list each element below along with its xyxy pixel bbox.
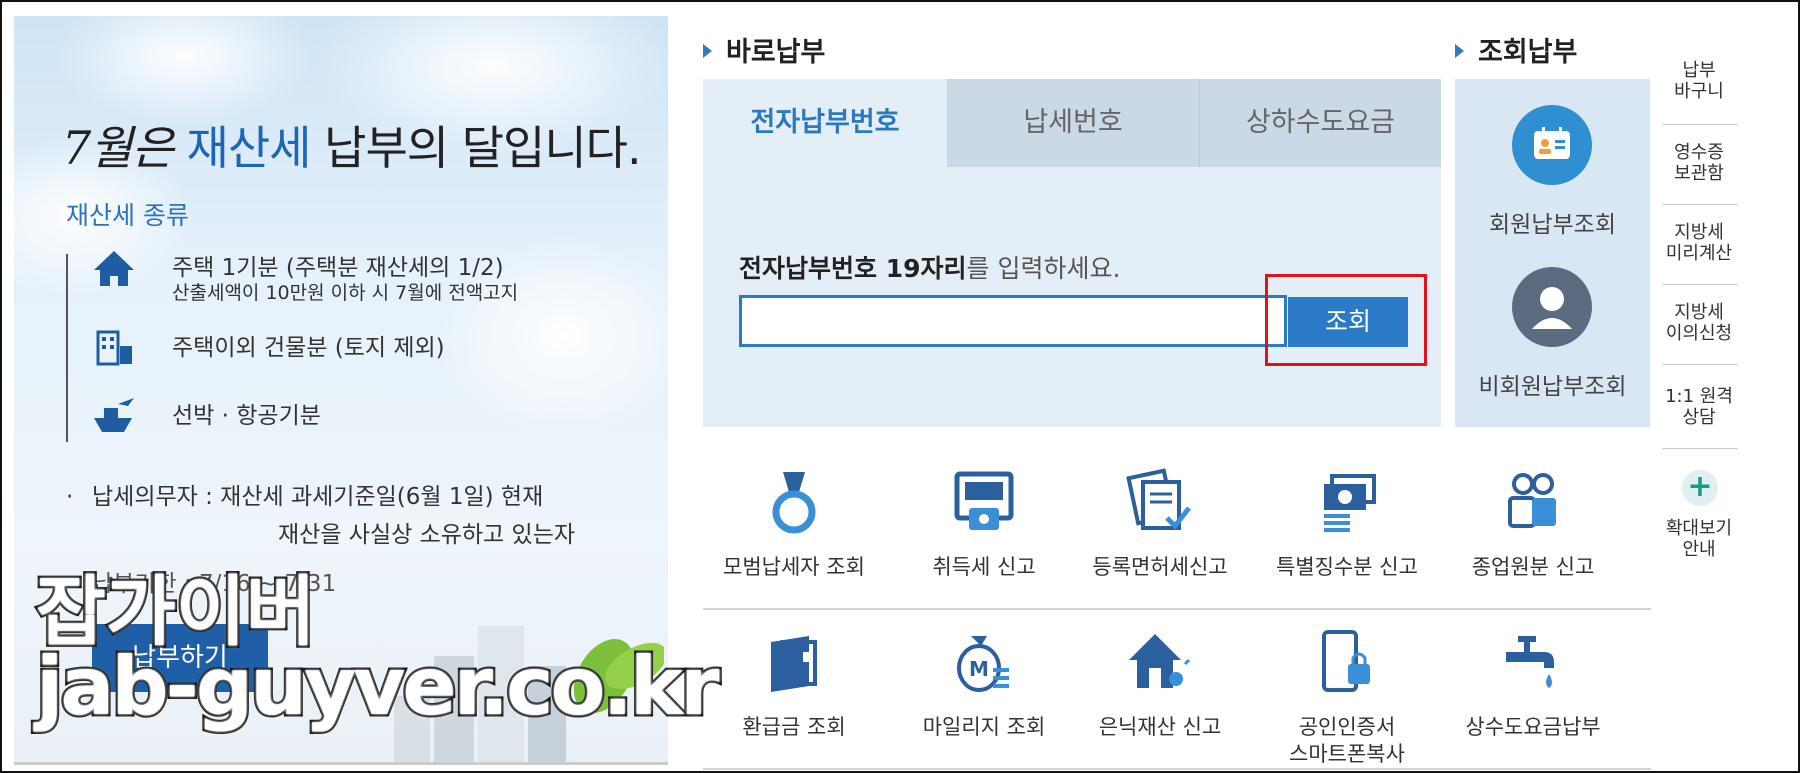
zoom-plus-icon[interactable]: + (1682, 470, 1718, 506)
side-item-remote-support[interactable]: 1:1 원격 상담 (1656, 386, 1742, 428)
service-label: 취득세 신고 (932, 555, 1036, 579)
faucet-icon (1506, 636, 1554, 688)
quick-pay-title: 바로납부 (703, 30, 825, 69)
tax-types-title: 재산세 종류 (66, 201, 189, 230)
employees-icon (1508, 473, 1556, 528)
medal-icon (772, 472, 816, 534)
side-divider (1662, 448, 1738, 449)
side-item-zoom-guide[interactable]: 확대보기 안내 (1656, 518, 1742, 560)
banner-headline: 7월은 재산세 납부의 달입니다. (62, 112, 642, 178)
side-item-tax-appeal[interactable]: 지방세 이의신청 (1656, 302, 1742, 344)
grid-divider (703, 768, 1651, 770)
service-label: 마일리지 조회 (922, 715, 1046, 739)
tax-type-label: 주택이외 건물분 (토지 제외) (172, 335, 445, 361)
house-icon (94, 251, 134, 286)
side-divider (1662, 124, 1738, 125)
tax-type-note: 산출세액이 10만원 이하 시 7월에 전액고지 (172, 282, 519, 304)
service-label: 모범납세자 조회 (723, 555, 865, 579)
side-item-payment-basket[interactable]: 납부 바구니 (1656, 60, 1742, 102)
inquiry-pay-panel: 회원납부조회 비회원납부조회 (1455, 79, 1650, 427)
side-divider (1662, 284, 1738, 285)
cloud-decoration (54, 16, 314, 126)
quick-pay-title-text: 바로납부 (726, 37, 826, 68)
triangle-bullet-icon (1455, 43, 1464, 58)
tax-types-divider (66, 254, 68, 442)
phone-lock-icon (1322, 630, 1370, 692)
wallet-icon (771, 636, 817, 692)
service-label: 환급금 조회 (742, 715, 846, 739)
house-alert-icon (1129, 634, 1191, 688)
mileage-icon: M (957, 636, 1009, 692)
side-divider (1662, 364, 1738, 365)
inquiry-pay-title-text: 조회납부 (1478, 37, 1578, 68)
tab-water-bill[interactable]: 상하수도요금 (1200, 79, 1441, 167)
svg-text:M: M (969, 657, 989, 681)
payment-number-input[interactable] (739, 295, 1287, 347)
highlight-annotation-box (1265, 274, 1427, 366)
quick-pay-panel: 전자납부번호 납세번호 상하수도요금 전자납부번호 19자리를 입력하세요. 조… (703, 79, 1441, 427)
service-label: 등록면허세신고 (1092, 555, 1228, 579)
prompt-bold: 전자납부번호 19자리 (739, 254, 967, 283)
building-icon (96, 330, 132, 366)
bullet: · (66, 484, 74, 510)
service-label: 은닉재산 신고 (1098, 715, 1222, 739)
member-inquiry-link[interactable]: 회원납부조회 (1455, 205, 1650, 239)
grid-divider (703, 608, 1651, 610)
service-label: 종업원분 신고 (1471, 555, 1595, 579)
atm-icon (954, 471, 1014, 530)
side-divider (1662, 204, 1738, 205)
service-label: 특별징수분 신고 (1276, 555, 1418, 579)
prompt-rest: 를 입력하세요. (966, 254, 1121, 283)
inquiry-pay-title: 조회납부 (1455, 30, 1577, 69)
watermark-url: jab-guyver.co.kr (34, 638, 723, 736)
document-check-icon (1126, 468, 1191, 530)
nonmember-user-icon[interactable] (1512, 267, 1592, 347)
tax-type-label: 주택 1기분 (주택분 재산세의 1/2) (172, 255, 504, 281)
taxpayer-line: 재산을 사실상 소유하고 있는자 (278, 522, 576, 548)
headline-accent: 재산세 (186, 121, 312, 175)
headline-rest: 납부의 달입니다. (324, 121, 641, 175)
service-label: 공인인증서 스마트폰복사 (1289, 715, 1405, 766)
member-card-icon[interactable] (1512, 105, 1592, 185)
side-item-receipt-box[interactable]: 영수증 보관함 (1656, 142, 1742, 184)
payment-number-prompt: 전자납부번호 19자리를 입력하세요. (739, 249, 1120, 285)
tax-type-label: 선박 · 항공기분 (172, 403, 321, 429)
money-stack-icon (1324, 474, 1376, 532)
headline-month: 7월은 (62, 121, 174, 175)
tab-electronic-payment-number[interactable]: 전자납부번호 (703, 79, 947, 167)
triangle-bullet-icon (703, 43, 712, 58)
side-item-tax-calculator[interactable]: 지방세 미리계산 (1656, 222, 1742, 264)
nonmember-inquiry-link[interactable]: 비회원납부조회 (1455, 367, 1650, 401)
service-label: 상수도요금납부 (1465, 715, 1601, 739)
ship-plane-icon (94, 398, 134, 432)
taxpayer-line: 납세의무자 : 재산세 과세기준일(6월 1일) 현재 (92, 484, 544, 510)
tab-tax-number[interactable]: 납세번호 (947, 79, 1199, 167)
